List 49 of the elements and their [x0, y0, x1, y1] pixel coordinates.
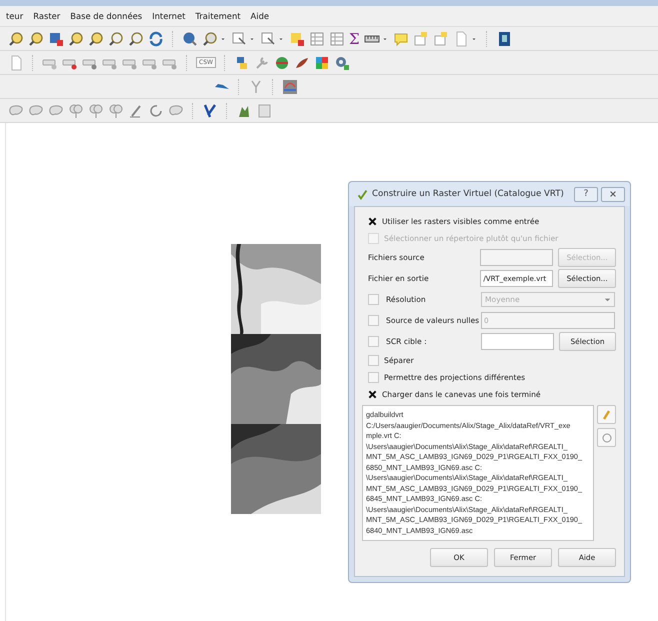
checkbox[interactable] [368, 217, 377, 226]
dialog-title: Construire un Raster Virtuel (Catalogue VRT) [372, 189, 564, 199]
tree-icon[interactable] [68, 102, 84, 118]
menu-item[interactable]: Base de données [70, 11, 142, 21]
edit-button[interactable] [597, 405, 616, 424]
menu-item[interactable]: Internet [152, 11, 186, 21]
menu-item[interactable]: teur [6, 11, 24, 21]
globe-icon[interactable] [274, 54, 290, 70]
sum-button[interactable]: Σ [349, 30, 360, 46]
checkbox[interactable] [368, 390, 377, 399]
magnifier-icon[interactable] [108, 30, 124, 46]
menu-item[interactable]: Aide [250, 11, 270, 21]
select-icon[interactable] [231, 30, 247, 46]
square-icon[interactable] [289, 30, 305, 46]
color-grid-icon[interactable] [314, 54, 330, 70]
square-icon[interactable] [48, 30, 64, 46]
rotate-icon[interactable] [148, 102, 164, 118]
help-button[interactable]: ? [574, 186, 598, 202]
circle-icon[interactable] [600, 432, 612, 444]
magnifier-icon[interactable] [28, 30, 44, 46]
y-shape-icon[interactable] [202, 102, 218, 118]
magnifier-icon[interactable] [68, 30, 84, 46]
close-button[interactable] [601, 186, 625, 202]
select-icon[interactable] [260, 30, 276, 46]
reset-button[interactable] [597, 428, 616, 447]
input-field[interactable] [481, 333, 554, 350]
note-icon[interactable] [432, 30, 449, 46]
info-icon[interactable] [182, 30, 198, 46]
tree-icon[interactable] [88, 102, 104, 118]
refresh-icon[interactable] [148, 30, 164, 46]
magnifier-icon[interactable] [88, 30, 104, 46]
gear-icon[interactable] [334, 54, 350, 70]
table-icon[interactable] [329, 30, 345, 46]
magnifier-icon[interactable] [202, 30, 218, 46]
menu-item[interactable]: Traitement [195, 11, 241, 21]
close-icon[interactable] [609, 190, 617, 198]
tree-icon[interactable] [108, 102, 124, 118]
magnifier-icon[interactable] [8, 30, 24, 46]
menu-item[interactable]: Raster [33, 11, 60, 21]
wrench-icon[interactable] [254, 54, 270, 70]
command-text-box[interactable] [362, 405, 594, 541]
speech-bubble-icon[interactable] [392, 30, 409, 46]
note-icon[interactable] [412, 30, 429, 46]
table-icon[interactable] [309, 30, 325, 46]
pencil-icon[interactable] [600, 408, 612, 420]
panel-icon[interactable] [256, 102, 272, 118]
profile-icon[interactable] [282, 78, 298, 94]
check-icon [357, 188, 368, 200]
magnifier-icon[interactable] [128, 30, 144, 46]
